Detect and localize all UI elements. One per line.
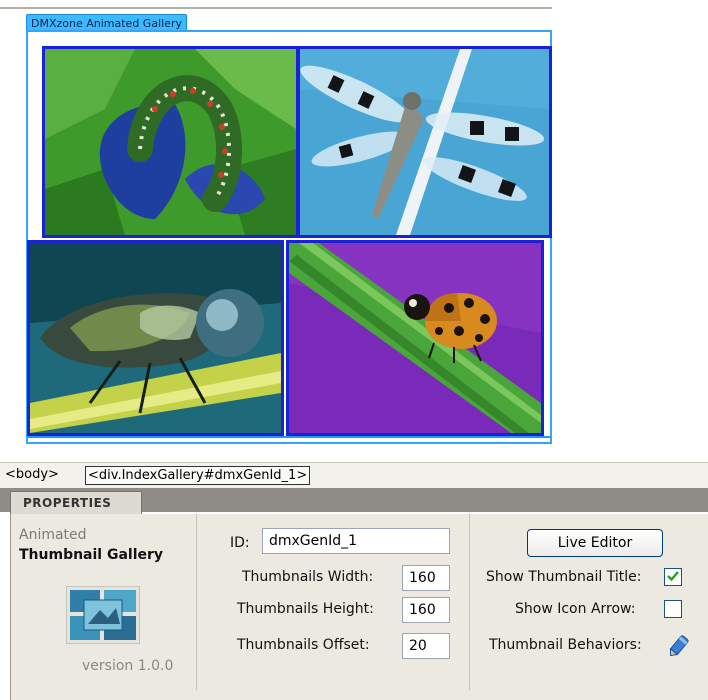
live-editor-button[interactable]: Live Editor: [527, 529, 663, 557]
thumbnails-offset-input[interactable]: [402, 633, 450, 659]
thumbnail-dragonfly[interactable]: [297, 46, 552, 238]
component-version: version 1.0.0: [82, 658, 174, 674]
gallery-bottom-line: [28, 436, 550, 438]
show-icon-arrow-checkbox[interactable]: [664, 600, 682, 618]
thumbnails-width-label: Thumbnails Width:: [242, 569, 374, 585]
dragonfly-image: [300, 49, 549, 235]
thumbnails-offset-label: Thumbnails Offset:: [237, 637, 370, 653]
show-icon-arrow-label: Show Icon Arrow:: [515, 601, 636, 617]
tab-properties[interactable]: PROPERTIES: [10, 491, 142, 514]
show-thumbnail-title-checkbox[interactable]: [664, 568, 682, 586]
thumbnails-height-label: Thumbnails Height:: [237, 601, 374, 617]
thumbnails-height-input[interactable]: [402, 597, 450, 623]
thumbnail-behaviors-label: Thumbnail Behaviors:: [489, 637, 642, 653]
show-thumbnail-title-label: Show Thumbnail Title:: [486, 569, 642, 585]
ladybug-image: [289, 243, 541, 433]
id-label: ID:: [230, 535, 250, 551]
thumbnails-width-input[interactable]: [402, 565, 450, 591]
tag-selector-bar: <body> <div.IndexGallery#dmxGenId_1>: [0, 462, 708, 488]
caterpillar-image: [45, 49, 296, 235]
dragonfly-closeup-image: [30, 243, 281, 433]
gallery-component-tag[interactable]: DMXzone Animated Gallery: [26, 14, 187, 31]
id-input[interactable]: [262, 528, 450, 554]
pencil-icon[interactable]: [665, 633, 691, 659]
gallery-thumbnail-icon: [66, 586, 140, 644]
design-view-top-rule: [0, 7, 552, 9]
checkmark-icon: [667, 571, 679, 582]
tag-div-indexgallery[interactable]: <div.IndexGallery#dmxGenId_1>: [85, 466, 311, 485]
thumbnail-caterpillar[interactable]: [42, 46, 299, 238]
thumbnail-ladybug[interactable]: [286, 240, 544, 436]
column-divider: [469, 514, 470, 690]
component-subtitle: Animated: [19, 527, 87, 543]
thumbnail-dragonfly-closeup[interactable]: [27, 240, 284, 436]
column-divider: [196, 514, 197, 690]
component-title: Thumbnail Gallery: [19, 547, 164, 563]
tag-body[interactable]: <body>: [3, 466, 61, 485]
